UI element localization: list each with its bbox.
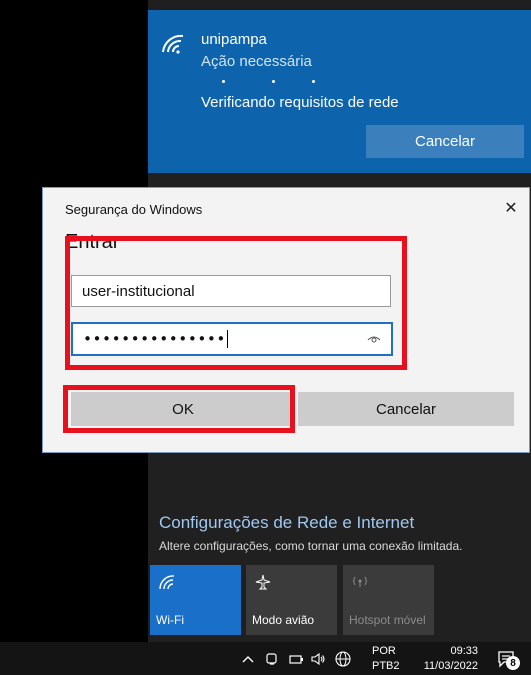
- progress-dots: [222, 80, 322, 86]
- clock-date: 11/03/2022: [423, 660, 478, 672]
- hotspot-icon: [353, 576, 367, 587]
- keyboard-layout: PTB2: [372, 660, 400, 672]
- quick-action-airplane[interactable]: Modo avião: [246, 565, 337, 635]
- network-settings-link[interactable]: Configurações de Rede e Internet: [159, 513, 414, 533]
- battery-icon[interactable]: [288, 651, 304, 667]
- verifying-message: Verificando requisitos de rede: [201, 94, 399, 111]
- wifi-secured-icon: [162, 34, 184, 54]
- cancel-button[interactable]: Cancelar: [298, 392, 514, 426]
- close-icon[interactable]: ✕: [501, 198, 521, 218]
- wifi-icon: [159, 575, 175, 590]
- chevron-up-icon[interactable]: [240, 651, 256, 667]
- notification-count-badge: 8: [506, 656, 520, 670]
- airplane-icon: [255, 574, 271, 590]
- windows-security-dialog: Segurança do Windows ✕ Entrar user-insti…: [42, 187, 530, 453]
- clock-time: 09:33: [450, 645, 478, 657]
- hotspot-tile-label: Hotspot móvel: [349, 613, 426, 627]
- network-card-unipampa[interactable]: unipampa Ação necessária Verificando req…: [148, 10, 531, 173]
- dialog-title: Segurança do Windows: [65, 202, 203, 217]
- clock[interactable]: 09:33 11/03/2022: [418, 644, 478, 674]
- quick-action-hotspot: Hotspot móvel: [343, 565, 434, 635]
- language-indicator[interactable]: POR PTB2: [372, 644, 400, 674]
- highlight-box-ok: [63, 385, 295, 433]
- quick-action-wifi[interactable]: Wi-Fi: [150, 565, 241, 635]
- network-status: Ação necessária: [201, 53, 312, 70]
- taskbar: POR PTB2 09:33 11/03/2022 8: [0, 642, 531, 675]
- highlight-box-credentials: [65, 236, 407, 370]
- network-name: unipampa: [201, 31, 267, 48]
- language-code: POR: [372, 645, 396, 657]
- wifi-tile-label: Wi-Fi: [156, 613, 184, 627]
- network-cancel-button[interactable]: Cancelar: [366, 125, 524, 158]
- network-settings-subtitle: Altere configurações, como tornar uma co…: [159, 539, 463, 553]
- globe-network-icon[interactable]: [334, 650, 352, 668]
- volume-icon[interactable]: [310, 651, 326, 667]
- airplane-tile-label: Modo avião: [252, 613, 315, 627]
- meet-now-icon[interactable]: [264, 651, 280, 667]
